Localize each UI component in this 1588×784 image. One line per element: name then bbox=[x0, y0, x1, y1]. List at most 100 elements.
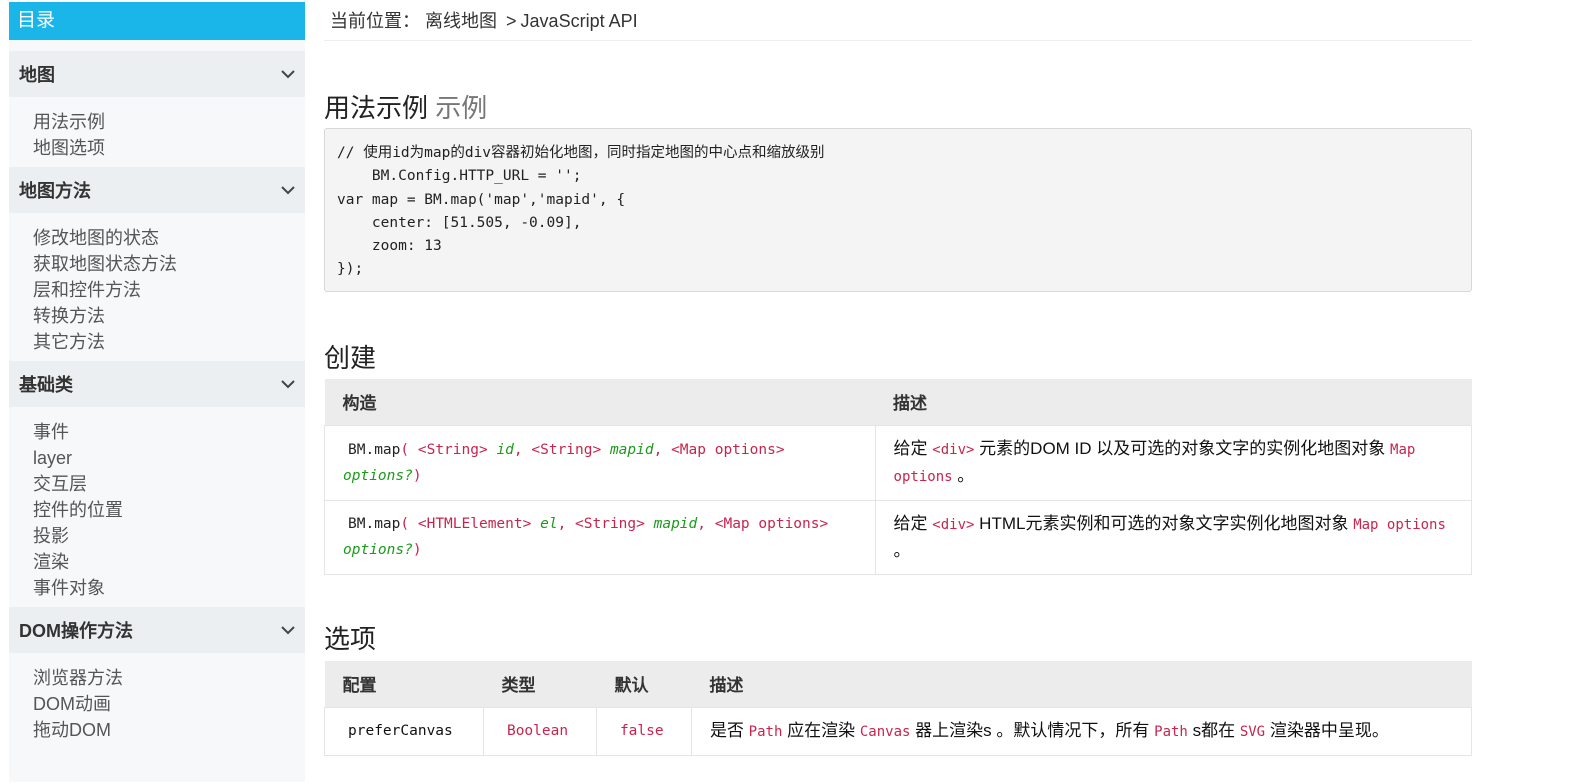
sidebar-item[interactable]: 地图选项 bbox=[33, 135, 305, 161]
column-header: 描述 bbox=[691, 661, 1472, 707]
constructor-signature: BM.map( <String> id, <String> mapid, <Ma… bbox=[324, 424, 876, 501]
inline-code: SVG bbox=[1239, 723, 1266, 740]
arg-type[interactable]: <String> bbox=[418, 442, 488, 458]
create-heading: 创建 bbox=[324, 343, 377, 373]
table-header-row: 配置 类型 默认 描述 bbox=[324, 661, 1472, 707]
sidebar-group-label: 基础类 bbox=[19, 375, 73, 395]
sidebar-item[interactable]: 修改地图的状态 bbox=[33, 225, 305, 251]
desc-text: 。 bbox=[893, 540, 911, 560]
column-header: 默认 bbox=[596, 661, 692, 707]
usage-heading: 用法示例 示例 bbox=[324, 88, 487, 125]
sidebar-group-label: 地图方法 bbox=[19, 181, 91, 201]
sidebar-item[interactable]: 事件 bbox=[33, 419, 305, 445]
table-row: BM.map( <String> id, <String> mapid, <Ma… bbox=[324, 424, 1473, 501]
arg-name: id bbox=[496, 441, 514, 458]
sidebar-group-map-methods: 地图方法 修改地图的状态 获取地图状态方法 层和控件方法 转换方法 其它方法 bbox=[9, 167, 305, 361]
arg-name: el bbox=[540, 516, 558, 532]
chevron-down-icon[interactable] bbox=[281, 67, 295, 81]
sidebar-item[interactable]: 渲染 bbox=[33, 549, 305, 575]
constructor-description: 给定 <div> 元素的DOM ID 以及可选的对象文字的实例化地图对象 Map… bbox=[874, 424, 1473, 501]
inline-code: <div> bbox=[932, 516, 975, 533]
column-header: 类型 bbox=[483, 661, 597, 707]
usage-title: 用法示例 bbox=[324, 93, 429, 123]
table-row: preferCanvas Boolean false 是否 Path 应在渲染 … bbox=[324, 706, 1473, 756]
arg-name: mapid bbox=[609, 441, 654, 458]
fn-name: BM.map bbox=[348, 516, 401, 532]
sidebar-group-title[interactable]: 地图方法 bbox=[9, 167, 305, 213]
paren: ) bbox=[412, 467, 422, 484]
desc-text: 渲染器中呈现。 bbox=[1269, 720, 1389, 740]
sidebar-group-base-classes: 基础类 事件 layer 交互层 控件的位置 投影 渲染 事件对象 bbox=[9, 361, 305, 607]
sidebar-group-title[interactable]: DOM操作方法 bbox=[9, 607, 305, 653]
arg-type[interactable]: <Map options> bbox=[715, 516, 829, 532]
arg-type[interactable]: <String> bbox=[531, 442, 601, 458]
inline-code: <div> bbox=[932, 441, 975, 458]
inline-code-link[interactable]: Map options bbox=[1353, 517, 1446, 533]
sidebar-item[interactable]: 浏览器方法 bbox=[33, 665, 305, 691]
chevron-down-icon[interactable] bbox=[281, 183, 295, 197]
sidebar-item[interactable]: 用法示例 bbox=[33, 109, 305, 135]
sidebar-group-title[interactable]: 基础类 bbox=[9, 361, 305, 407]
desc-text: 给定 bbox=[893, 438, 928, 458]
arg-type[interactable]: <String> bbox=[575, 516, 645, 532]
column-header: 描述 bbox=[875, 379, 1472, 425]
constructor-signature: BM.map( <HTMLElement> el, <String> mapid… bbox=[324, 499, 876, 575]
fn-name: BM.map bbox=[348, 441, 401, 458]
paren: ) bbox=[412, 542, 422, 558]
chevron-down-icon[interactable] bbox=[281, 623, 295, 637]
constructor-table: 构造 描述 BM.map( <String> id, <String> mapi… bbox=[324, 379, 1473, 575]
arg-name: options? bbox=[343, 467, 413, 484]
breadcrumb-separator: > bbox=[506, 11, 517, 31]
paren: ( bbox=[400, 441, 410, 458]
desc-text: 元素的DOM ID 以及可选的对象文字的实例化地图对象 bbox=[979, 438, 1386, 458]
breadcrumb: 当前位置： 离线地图 > JavaScript API bbox=[324, 0, 1472, 41]
sidebar-item[interactable]: 控件的位置 bbox=[33, 497, 305, 523]
sidebar-item[interactable]: 投影 bbox=[33, 523, 305, 549]
sidebar-item[interactable]: layer bbox=[33, 445, 305, 471]
sidebar-group-label: 地图 bbox=[19, 65, 55, 85]
option-type: Boolean bbox=[482, 706, 597, 756]
sidebar-item[interactable]: 获取地图状态方法 bbox=[33, 251, 305, 277]
sidebar-item[interactable]: 事件对象 bbox=[33, 575, 305, 601]
desc-text: 是否 bbox=[709, 720, 744, 740]
toc-header: 目录 bbox=[9, 2, 305, 40]
sidebar-group-map: 地图 用法示例 地图选项 bbox=[9, 51, 305, 167]
sidebar-group-title[interactable]: 地图 bbox=[9, 51, 305, 97]
option-type-text: Boolean bbox=[506, 723, 569, 739]
breadcrumb-prefix: 当前位置： bbox=[330, 11, 420, 31]
chevron-down-icon[interactable] bbox=[281, 377, 295, 391]
table-header-row: 构造 描述 bbox=[324, 379, 1472, 425]
sidebar-item[interactable]: 其它方法 bbox=[33, 329, 305, 355]
desc-text: 给定 bbox=[893, 513, 928, 533]
column-header: 构造 bbox=[324, 379, 876, 425]
option-description: 是否 Path 应在渲染 Canvas 器上渲染s 。默认情况下，所有 Path… bbox=[690, 706, 1473, 756]
arg-type[interactable]: <Map options> bbox=[671, 442, 785, 458]
breadcrumb-current: JavaScript API bbox=[520, 11, 638, 31]
desc-text: s都在 bbox=[1192, 720, 1236, 740]
breadcrumb-parent-link[interactable]: 离线地图 bbox=[425, 11, 497, 31]
main-content: 当前位置： 离线地图 > JavaScript API 用法示例 示例 // 使用… bbox=[324, 0, 1473, 756]
paren: ( bbox=[400, 516, 410, 532]
sidebar-item[interactable]: DOM动画 bbox=[33, 691, 305, 717]
table-row: BM.map( <HTMLElement> el, <String> mapid… bbox=[324, 499, 1473, 575]
options-table: 配置 类型 默认 描述 preferCanvas Boolean false 是… bbox=[324, 661, 1473, 756]
arg-name: options? bbox=[343, 542, 413, 558]
sidebar-item[interactable]: 层和控件方法 bbox=[33, 277, 305, 303]
option-default: false bbox=[595, 706, 692, 756]
code-example: // 使用id为map的div容器初始化地图，同时指定地图的中心点和缩放级别 B… bbox=[324, 128, 1472, 292]
option-default-text: false bbox=[619, 723, 664, 739]
sidebar-item[interactable]: 转换方法 bbox=[33, 303, 305, 329]
desc-text: 器上渲染s 。默认情况下，所有 bbox=[915, 720, 1150, 740]
inline-code: Path bbox=[1154, 723, 1188, 740]
option-name-text: preferCanvas bbox=[348, 723, 453, 739]
sidebar: 目录 地图 用法示例 地图选项 地图方法 修改地图的状态 获取地图状态方法 层和… bbox=[9, 2, 305, 782]
inline-code: Path bbox=[748, 723, 783, 740]
desc-text: 应在渲染 bbox=[787, 720, 856, 740]
arg-type[interactable]: <HTMLElement> bbox=[418, 516, 532, 532]
desc-text: 。 bbox=[957, 465, 975, 485]
usage-subtitle: 示例 bbox=[435, 93, 488, 123]
sidebar-item[interactable]: 交互层 bbox=[33, 471, 305, 497]
sidebar-item[interactable]: 拖动DOM bbox=[33, 717, 305, 743]
column-header: 配置 bbox=[324, 661, 484, 707]
option-name: preferCanvas bbox=[324, 706, 484, 756]
